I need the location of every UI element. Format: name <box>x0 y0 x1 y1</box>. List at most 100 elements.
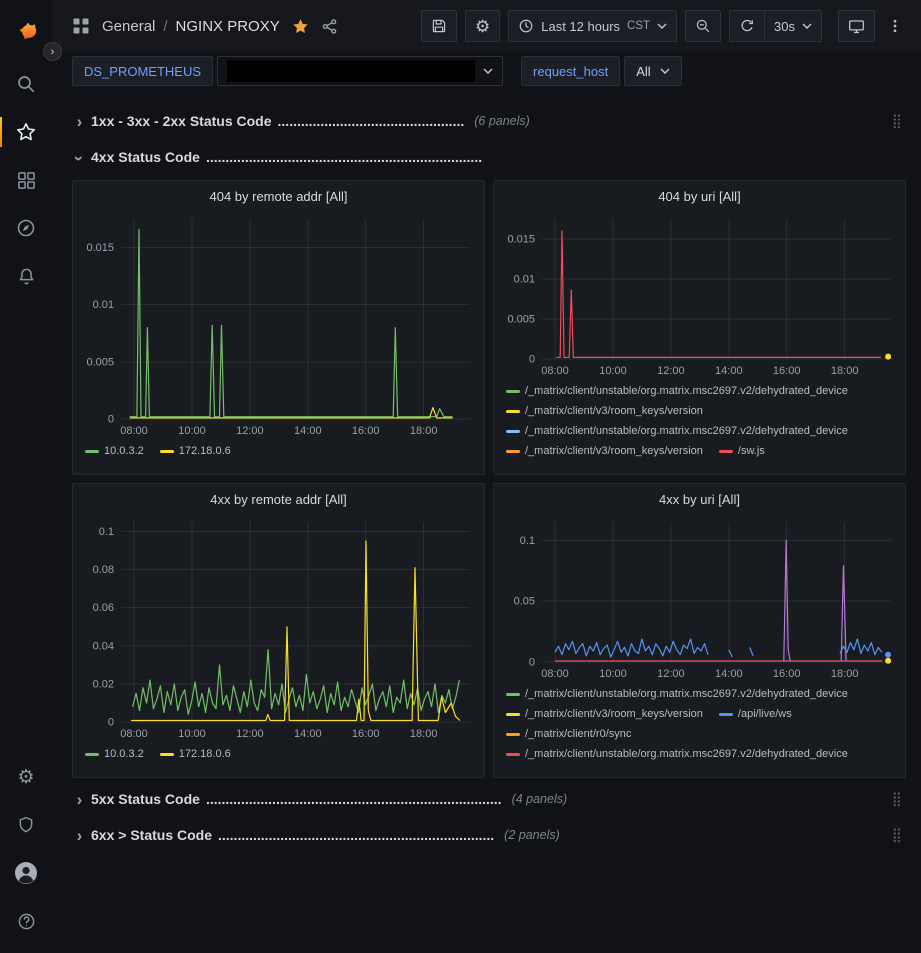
topbar: General / NGINX PROXY ⚙ <box>52 0 921 52</box>
panel-title[interactable]: 4xx by uri [All] <box>494 484 905 510</box>
sidebar-item-starred[interactable] <box>0 108 52 156</box>
legend-series-label: 172.18.0.6 <box>179 443 231 459</box>
sidebar-item-dashboards[interactable] <box>0 156 52 204</box>
apps-grid-icon[interactable] <box>68 13 94 39</box>
share-icon[interactable] <box>317 14 342 39</box>
row-header-4xx[interactable]: › 4xx Status Code ......................… <box>72 144 906 170</box>
svg-text:0.015: 0.015 <box>507 234 535 246</box>
svg-text:10:00: 10:00 <box>178 425 206 437</box>
timezone-label: CST <box>627 20 650 32</box>
time-series-chart-404-by-uri[interactable]: 00.0050.010.01508:0010:0012:0014:0016:00… <box>494 207 905 379</box>
legend-item[interactable]: /_matrix/client/unstable/org.matrix.msc2… <box>506 746 848 762</box>
legend-item[interactable]: /_matrix/client/v3/room_keys/version <box>506 443 703 459</box>
row-title: 6xx > Status Code <box>91 827 212 843</box>
sidebar-item-help[interactable] <box>0 897 52 945</box>
favorite-star-icon[interactable] <box>292 18 309 35</box>
svg-text:0.01: 0.01 <box>514 274 535 286</box>
sidebar-item-alerting[interactable] <box>0 252 52 300</box>
sidebar-item-server-admin[interactable] <box>0 801 52 849</box>
topbar-actions: ⚙ Last 12 hours CST 30s <box>421 10 907 42</box>
save-dashboard-button[interactable] <box>421 10 457 42</box>
svg-text:18:00: 18:00 <box>831 365 859 377</box>
sidebar-item-explore[interactable] <box>0 204 52 252</box>
more-options-button[interactable] <box>883 10 907 42</box>
row-header-6xx[interactable]: › 6xx > Status Code ....................… <box>72 822 906 848</box>
svg-text:18:00: 18:00 <box>410 728 438 740</box>
svg-text:0.04: 0.04 <box>93 640 114 652</box>
legend-item[interactable]: /_matrix/client/r0/sync <box>506 726 631 742</box>
time-series-chart-4xx-by-uri[interactable]: 00.050.108:0010:0012:0014:0016:0018:00 <box>494 510 905 682</box>
gear-icon: ⚙ <box>475 18 490 35</box>
row-title-dots: ........................................… <box>206 149 482 165</box>
grafana-flame-icon <box>13 19 39 45</box>
panel-title[interactable]: 4xx by remote addr [All] <box>73 484 484 510</box>
row-panel-count: (2 panels) <box>504 828 560 842</box>
zoom-out-time-button[interactable] <box>685 10 721 42</box>
chevron-down-icon <box>660 68 670 74</box>
sidebar-item-profile[interactable] <box>0 849 52 897</box>
row-drag-handle[interactable]: ⣿ <box>892 791 902 808</box>
legend-item[interactable]: /_matrix/client/unstable/org.matrix.msc2… <box>506 383 848 399</box>
legend-item[interactable]: 172.18.0.6 <box>160 746 231 762</box>
legend-item[interactable]: /_matrix/client/unstable/org.matrix.msc2… <box>506 423 848 439</box>
sidebar-item-configuration[interactable]: ⚙ <box>0 753 52 801</box>
dashboard-settings-button[interactable]: ⚙ <box>465 10 500 42</box>
legend-item[interactable]: /api/live/ws <box>719 706 792 722</box>
datasource-variable-label: DS_PROMETHEUS <box>72 56 213 86</box>
time-range-picker[interactable]: Last 12 hours CST <box>508 10 677 42</box>
time-series-chart-404-by-remote-addr[interactable]: 00.0050.010.01508:0010:0012:0014:0016:00… <box>73 207 484 439</box>
breadcrumb-folder[interactable]: General <box>102 18 155 35</box>
svg-text:0.05: 0.05 <box>514 596 535 608</box>
datasource-variable-select[interactable] <box>217 56 503 86</box>
legend-series-swatch <box>506 430 520 433</box>
svg-text:0: 0 <box>529 657 535 669</box>
panel-title[interactable]: 404 by uri [All] <box>494 181 905 207</box>
panel-4xx-by-remote-addr: 4xx by remote addr [All] 00.020.040.060.… <box>72 483 485 778</box>
row-drag-handle[interactable]: ⣿ <box>892 827 902 844</box>
zoom-out-icon <box>695 18 711 34</box>
svg-text:08:00: 08:00 <box>120 728 148 740</box>
panel-legend: 10.0.3.2 172.18.0.6 <box>73 742 484 777</box>
dashboards-grid-icon <box>17 171 36 190</box>
legend-series-swatch <box>506 713 520 716</box>
legend-item[interactable]: /sw.js <box>719 443 765 459</box>
sidebar-expand-button[interactable]: › <box>43 42 62 61</box>
legend-series-label: /_matrix/client/unstable/org.matrix.msc2… <box>525 686 848 702</box>
svg-text:12:00: 12:00 <box>236 728 264 740</box>
chevron-right-icon: › <box>51 46 55 58</box>
legend-item[interactable]: /_matrix/client/v3/room_keys/version <box>506 403 703 419</box>
tv-mode-button[interactable] <box>838 10 875 42</box>
row-header-1xx-3xx-2xx[interactable]: › 1xx - 3xx - 2xx Status Code ..........… <box>72 108 906 134</box>
datasource-variable-value-redacted <box>227 60 475 82</box>
row-drag-handle[interactable]: ⣿ <box>892 113 902 130</box>
legend-item[interactable]: 10.0.3.2 <box>85 746 144 762</box>
legend-item[interactable]: 172.18.0.6 <box>160 443 231 459</box>
panel-404-by-uri: 404 by uri [All] 00.0050.010.01508:0010:… <box>493 180 906 475</box>
legend-series-swatch <box>506 390 520 393</box>
panel-4xx-by-uri: 4xx by uri [All] 00.050.108:0010:0012:00… <box>493 483 906 778</box>
chevron-down-icon <box>657 23 667 29</box>
star-icon <box>16 122 36 142</box>
legend-item[interactable]: /_matrix/client/v3/room_keys/version <box>506 706 703 722</box>
legend-item[interactable]: /_matrix/client/unstable/org.matrix.msc2… <box>506 686 848 702</box>
refresh-interval-dropdown[interactable]: 30s <box>765 10 822 42</box>
svg-text:0.005: 0.005 <box>86 356 114 368</box>
svg-text:10:00: 10:00 <box>599 365 627 377</box>
legend-item[interactable]: 10.0.3.2 <box>85 443 144 459</box>
row-header-5xx[interactable]: › 5xx Status Code ......................… <box>72 786 906 812</box>
svg-text:12:00: 12:00 <box>657 365 685 377</box>
panel-title[interactable]: 404 by remote addr [All] <box>73 181 484 207</box>
svg-text:14:00: 14:00 <box>294 728 322 740</box>
chevron-right-icon: › <box>72 827 87 844</box>
request-host-variable-select[interactable]: All <box>624 56 681 86</box>
chevron-down-icon <box>483 68 493 74</box>
sidebar-item-search[interactable] <box>0 60 52 108</box>
breadcrumb-dashboard-title[interactable]: NGINX PROXY <box>176 18 280 35</box>
legend-series-label: /_matrix/client/unstable/org.matrix.msc2… <box>525 383 848 399</box>
variable-datasource: DS_PROMETHEUS <box>72 56 503 86</box>
time-series-chart-4xx-by-remote-addr[interactable]: 00.020.040.060.080.108:0010:0012:0014:00… <box>73 510 484 742</box>
row-title-dots: ........................................… <box>218 827 494 843</box>
legend-series-label: 10.0.3.2 <box>104 746 144 762</box>
legend-series-swatch <box>506 450 520 453</box>
refresh-button[interactable] <box>729 10 765 42</box>
